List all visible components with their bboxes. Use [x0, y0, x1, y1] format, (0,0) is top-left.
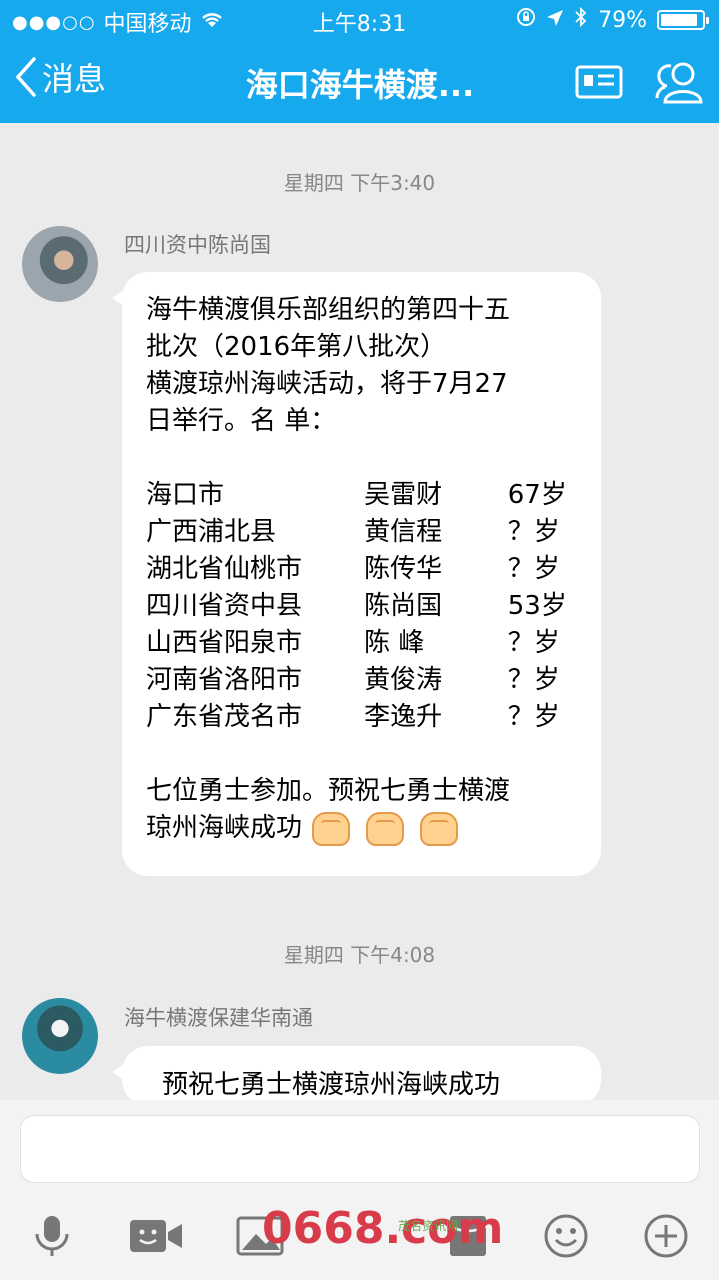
roster-loc: 广东省茂名市	[146, 702, 303, 732]
roster-row: 湖北省仙桃市 陈传华 ？岁	[146, 551, 577, 588]
roster-loc: 河南省洛阳市	[146, 665, 303, 695]
roster-name: 黄信程	[364, 517, 443, 547]
microphone-icon[interactable]	[28, 1212, 76, 1260]
roster-loc: 湖北省仙桃市	[146, 554, 303, 584]
battery-percent: 79%	[598, 7, 647, 33]
roster-list: 海口市 吴雷财 67岁 广西浦北县 黄信程 ？岁 湖北省仙桃市 陈传华 ？岁 四川省资中县 陈尚国 5…	[146, 477, 577, 736]
back-chevron-icon	[15, 57, 36, 97]
emoji-group	[312, 811, 459, 846]
roster-name: 陈尚国	[364, 591, 443, 621]
profile-card-icon[interactable]	[575, 63, 623, 105]
roster-row: 广东省茂名市 李逸升 ？岁	[146, 699, 577, 736]
rotation-lock-icon	[516, 7, 536, 33]
roster-name: 吴雷财	[364, 480, 443, 510]
roster-loc: 山西省阳泉市	[146, 628, 303, 658]
timestamp: 星期四 下午3:40	[283, 171, 436, 195]
fist-emoji-icon	[312, 811, 351, 846]
chat-title: 海口海牛横渡...	[245, 66, 475, 104]
roster-age: 53岁	[507, 591, 567, 621]
location-icon	[546, 8, 564, 33]
roster-row: 广西浦北县 黄信程 ？岁	[146, 514, 577, 551]
message-text: 预祝七勇士横渡琼州海峡成功	[162, 1070, 501, 1100]
roster-loc: 四川省资中县	[146, 591, 303, 621]
roster-age: ？岁	[507, 665, 560, 695]
roster-name: 陈 峰	[364, 628, 425, 658]
sender-name: 海牛横渡保建华南通	[124, 1006, 313, 1030]
roster-age: ？岁	[507, 628, 560, 658]
status-bar: ●●●○○ 中国移动 上午8:31 79%	[0, 0, 719, 40]
add-icon[interactable]	[642, 1212, 690, 1260]
group-members-icon[interactable]	[653, 58, 705, 110]
navbar: 消息 海口海牛横渡...	[0, 44, 719, 120]
roster-loc: 广西浦北县	[146, 517, 277, 547]
message-closing: 七位勇士参加。预祝七勇士横渡 琼州海峡成功	[146, 773, 577, 847]
battery-icon	[657, 10, 709, 30]
watermark-caption: 茂名资讯网	[398, 1219, 459, 1233]
message-bubble[interactable]: 预祝七勇士横渡琼州海峡成功	[112, 1046, 601, 1106]
timestamp: 星期四 下午4:08	[283, 943, 436, 967]
message-intro: 海牛横渡俱乐部组织的第四十五 批次（2016年第八批次） 横渡琼州海峡活动，将于…	[146, 295, 511, 436]
roster-loc: 海口市	[146, 480, 225, 510]
roster-row: 海口市 吴雷财 67岁	[146, 477, 577, 514]
roster-age: ？岁	[507, 702, 560, 732]
sender-name: 四川资中陈尚国	[124, 233, 271, 257]
roster-row: 河南省洛阳市 黄俊涛 ？岁	[146, 662, 577, 699]
roster-name: 陈传华	[364, 554, 443, 584]
roster-age: ？岁	[507, 517, 560, 547]
avatar[interactable]	[22, 998, 98, 1074]
emoji-icon[interactable]	[542, 1212, 590, 1260]
roster-age: ？岁	[507, 554, 560, 584]
roster-row: 山西省阳泉市 陈 峰 ？岁	[146, 625, 577, 662]
fist-emoji-icon	[366, 811, 405, 846]
watermark: 0668.com	[262, 1203, 504, 1254]
roster-name: 李逸升	[364, 702, 443, 732]
bluetooth-icon	[574, 6, 588, 34]
header: ●●●○○ 中国移动 上午8:31 79% 消息 海口海牛横渡...	[0, 0, 719, 123]
roster-name: 黄俊涛	[364, 665, 443, 695]
video-call-icon[interactable]	[128, 1212, 184, 1260]
roster-age: 67岁	[507, 480, 567, 510]
message-input[interactable]	[20, 1115, 700, 1183]
back-button[interactable]: 消息	[14, 54, 106, 100]
roster-row: 四川省资中县 陈尚国 53岁	[146, 588, 577, 625]
avatar[interactable]	[22, 226, 98, 302]
back-label: 消息	[42, 60, 107, 98]
message-bubble[interactable]: 海牛横渡俱乐部组织的第四十五 批次（2016年第八批次） 横渡琼州海峡活动，将于…	[112, 272, 601, 876]
fist-emoji-icon	[420, 811, 459, 846]
